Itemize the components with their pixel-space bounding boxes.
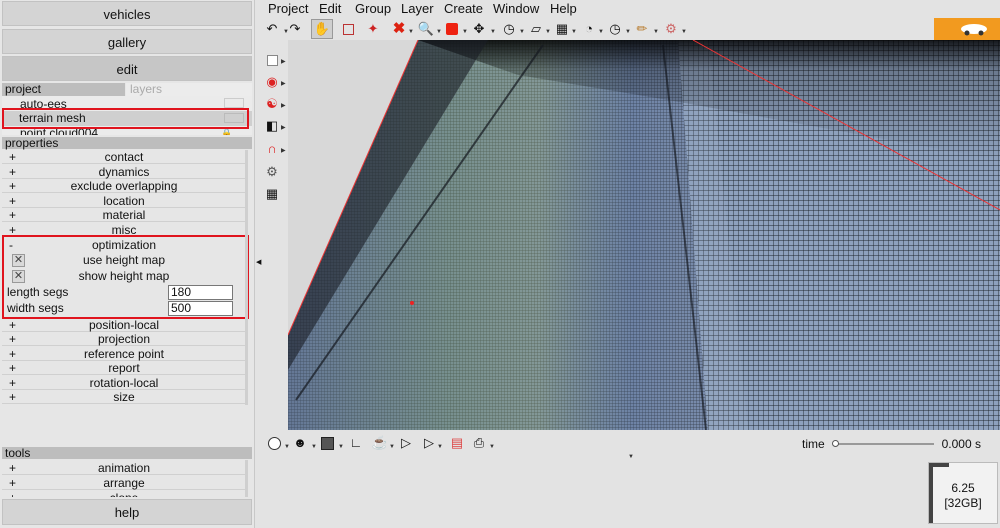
vehicles-button[interactable]: vehicles	[2, 1, 252, 26]
memory-indicator: 6.25 [32GB]	[928, 462, 998, 524]
tool-label: animation	[97, 461, 151, 475]
prop-group-label: report	[108, 361, 140, 375]
magnet-icon[interactable]: ∩	[263, 140, 281, 158]
collapse-panel-icon[interactable]: ◀	[256, 258, 261, 266]
prop-group-rotation-local[interactable]: + rotation-local	[2, 376, 246, 390]
head-icon[interactable]: ☻	[291, 434, 309, 452]
prop-group-size[interactable]: + size	[2, 390, 246, 404]
axes-icon[interactable]: ☯	[263, 95, 281, 113]
prop-group-label: position-local	[88, 318, 160, 332]
lock-icon[interactable]: 🔒	[221, 128, 232, 135]
tools-scrollbar[interactable]	[245, 460, 248, 497]
material-icon[interactable]	[443, 20, 461, 38]
gallery-button[interactable]: gallery	[2, 29, 252, 54]
app-window: vehicles gallery edit project layers aut…	[0, 0, 1000, 528]
undo-icon[interactable]: ↶	[263, 20, 281, 38]
play-icon[interactable]: ▷	[397, 434, 415, 452]
document-icon[interactable]: ▤	[448, 434, 466, 452]
prop-group-label: reference point	[83, 347, 165, 361]
help-button[interactable]: help	[2, 499, 252, 525]
chart-icon[interactable]: ∟	[347, 434, 365, 452]
pan-hand-icon[interactable]: ✋	[311, 19, 333, 39]
memory-bar-top	[929, 463, 949, 467]
menu-project[interactable]: Project	[268, 0, 308, 18]
step-icon[interactable]: ▷	[420, 434, 438, 452]
memory-value: 6.25	[951, 481, 975, 495]
prop-group-projection[interactable]: + projection	[2, 332, 246, 346]
prop-group-material[interactable]: + material	[2, 208, 246, 222]
grid-tool-icon[interactable]: ▦	[553, 20, 571, 38]
properties-scrollbar[interactable]	[245, 150, 248, 405]
gauge-icon[interactable]: ◔	[580, 20, 598, 38]
time-slider-handle[interactable]	[832, 440, 839, 447]
memory-total: [32GB]	[944, 496, 982, 510]
prop-group-label: exclude overlapping	[70, 179, 178, 193]
prop-group-report[interactable]: + report	[2, 361, 246, 375]
left-panel: vehicles gallery edit project layers aut…	[0, 0, 255, 528]
circle-icon[interactable]	[265, 434, 283, 452]
tool-clone[interactable]: +clone	[2, 491, 246, 497]
tools-list: +animation +arrange +clone	[0, 460, 252, 497]
tool-arrange[interactable]: + arrange	[2, 476, 246, 490]
tool-animation[interactable]: + animation	[2, 461, 246, 475]
menu-window[interactable]: Window	[493, 0, 539, 18]
menu-help[interactable]: Help	[550, 0, 577, 18]
menu-group[interactable]: Group	[355, 0, 391, 18]
prop-group-label: location	[103, 194, 145, 208]
prop-group-exclude-overlapping[interactable]: + exclude overlapping	[2, 179, 246, 193]
tool-label: arrange	[103, 476, 145, 490]
visibility-toggle[interactable]	[224, 98, 244, 108]
delete-icon[interactable]: ✖	[390, 20, 408, 38]
prop-group-location[interactable]: + location	[2, 194, 246, 208]
prop-group-label: projection	[97, 332, 151, 346]
prop-group-dynamics[interactable]: + dynamics	[2, 165, 246, 179]
menu-edit[interactable]: Edit	[319, 0, 341, 18]
highlight-box-optimization	[2, 235, 249, 319]
menu-bar: Project Edit Group Layer Create Window H…	[263, 0, 1000, 18]
mirror-icon[interactable]: ◧	[263, 117, 281, 135]
prop-group-contact[interactable]: + contact	[2, 150, 246, 164]
menu-create[interactable]: Create	[444, 0, 483, 18]
record-icon[interactable]: ◉	[263, 73, 281, 91]
color-swatch-icon[interactable]	[318, 434, 336, 452]
teapot-icon[interactable]: ☕	[371, 434, 389, 452]
select-box-icon[interactable]	[339, 20, 357, 38]
timeline: time 0.000 s	[802, 436, 997, 452]
menu-layer[interactable]: Layer	[401, 0, 434, 18]
properties-header: properties	[2, 137, 252, 149]
move-icon[interactable]: ✥	[470, 20, 488, 38]
prop-group-label: dynamics	[98, 165, 150, 179]
tool-pencil-icon[interactable]: ✏	[633, 20, 651, 38]
frame-icon[interactable]	[263, 51, 281, 69]
prop-group-label: material	[102, 208, 146, 222]
zoom-icon[interactable]: 🔍	[417, 20, 435, 38]
tools-header: tools	[2, 447, 252, 459]
prop-group-position-local[interactable]: + position-local	[2, 318, 246, 332]
3d-viewport[interactable]	[288, 40, 1000, 430]
tab-project[interactable]: project	[2, 83, 125, 96]
print-icon[interactable]: ⎙	[470, 434, 488, 452]
cogs-icon[interactable]: ⚙	[263, 163, 281, 181]
logo	[934, 18, 1000, 40]
edit-button[interactable]: edit	[2, 56, 252, 81]
tool-label: clone	[2, 491, 246, 497]
prop-group-reference-point[interactable]: + reference point	[2, 347, 246, 361]
lasso-icon[interactable]: ✦	[364, 20, 382, 38]
prop-group-label: contact	[104, 150, 144, 164]
time-slider-track[interactable]	[834, 443, 934, 445]
grid-icon[interactable]: ▦	[263, 185, 281, 203]
prop-group-label: size	[113, 390, 135, 404]
prop-group-label: rotation-local	[89, 376, 159, 390]
settings-icon[interactable]: ⚙	[662, 20, 680, 38]
highlight-box-terrain-mesh	[2, 108, 249, 129]
time-label: time	[802, 437, 825, 451]
clock-icon[interactable]: ◷	[606, 20, 624, 38]
tab-layers[interactable]: layers	[126, 83, 252, 96]
time-value: 0.000 s	[941, 437, 981, 451]
scale-icon[interactable]: ▱	[527, 20, 545, 38]
rotate-icon[interactable]: ◷	[500, 20, 518, 38]
